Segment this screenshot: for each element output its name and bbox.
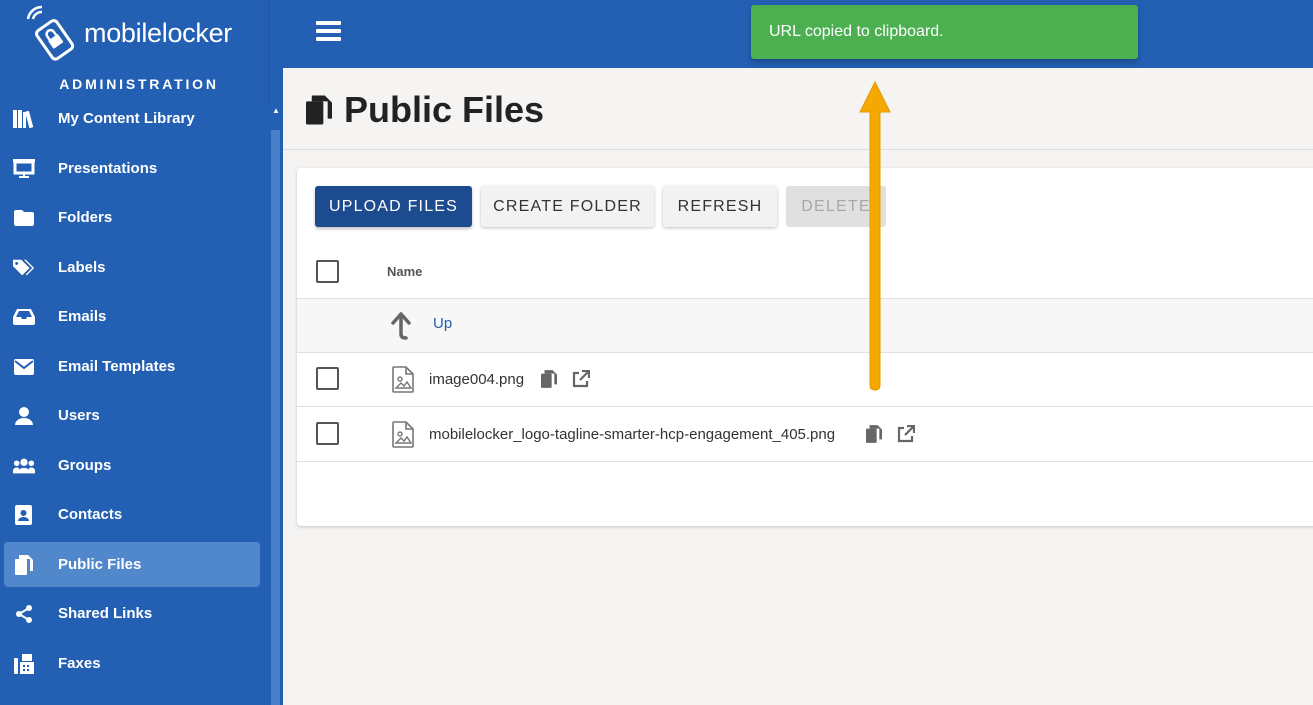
copy-url-icon[interactable] xyxy=(866,425,882,443)
inbox-icon xyxy=(13,306,35,328)
image-file-icon xyxy=(392,366,414,393)
sidebar-item-faxes[interactable]: Faxes xyxy=(4,641,260,686)
sidebar-item-label: Public Files xyxy=(58,556,142,573)
envelope-icon xyxy=(13,356,35,378)
sidebar-item-my-content-library[interactable]: My Content Library xyxy=(4,96,260,141)
scroll-up-icon[interactable]: ▲ xyxy=(271,106,281,118)
sidebar-item-label: Presentations xyxy=(58,160,158,177)
divider xyxy=(297,352,1313,353)
copy-icon xyxy=(13,554,35,576)
page-title: Public Files xyxy=(344,89,545,130)
external-link-icon[interactable] xyxy=(572,370,590,388)
sidebar-item-presentations[interactable]: Presentations xyxy=(4,146,260,191)
refresh-button[interactable]: REFRESH xyxy=(663,186,777,227)
sidebar-item-label: Emails xyxy=(58,308,107,325)
sidebar-item-groups[interactable]: Groups xyxy=(4,443,260,488)
files-card: UPLOAD FILES CREATE FOLDER REFRESH DELET… xyxy=(297,168,1313,526)
folder-icon xyxy=(13,207,35,229)
sidebar-item-label: Folders xyxy=(58,209,113,226)
toast-message: URL copied to clipboard. xyxy=(769,23,944,40)
fax-icon xyxy=(13,653,35,675)
section-label: ADMINISTRATION xyxy=(59,76,219,92)
sidebar-item-label: Users xyxy=(58,407,100,424)
sidebar-item-folders[interactable]: Folders xyxy=(4,195,260,240)
sidebar-scrollbar[interactable]: ▲ xyxy=(268,104,283,705)
sidebar-item-label: Labels xyxy=(58,259,106,276)
sidebar-item-label: Shared Links xyxy=(58,605,153,622)
address-book-icon xyxy=(13,504,35,526)
sidebar-item-label: Faxes xyxy=(58,655,101,672)
sidebar-item-emails[interactable]: Emails xyxy=(4,294,260,339)
sidebar-item-label: Contacts xyxy=(58,506,123,523)
user-icon xyxy=(13,405,35,427)
sidebar-item-label: Groups xyxy=(58,457,112,474)
sidebar-item-label: My Content Library xyxy=(58,110,195,127)
hamburger-menu-icon[interactable] xyxy=(316,21,341,43)
upload-files-button[interactable]: UPLOAD FILES xyxy=(315,186,472,227)
divider xyxy=(297,406,1313,407)
file-name[interactable]: image004.png xyxy=(429,371,524,388)
page-header: Public Files xyxy=(306,86,544,134)
share-icon xyxy=(13,603,35,625)
sidebar-item-labels[interactable]: Labels xyxy=(4,245,260,290)
external-link-icon[interactable] xyxy=(897,425,915,443)
toast-notification: URL copied to clipboard. xyxy=(751,5,1138,59)
scrollbar-thumb[interactable] xyxy=(271,130,280,705)
select-all-checkbox[interactable] xyxy=(316,260,339,283)
presentation-icon xyxy=(13,158,35,180)
divider xyxy=(283,149,1313,150)
sidebar: mobilelocker ADMINISTRATION My Content L… xyxy=(0,0,283,705)
logo-icon xyxy=(26,5,75,61)
library-icon xyxy=(13,108,35,130)
sidebar-item-email-templates[interactable]: Email Templates xyxy=(4,344,260,389)
annotation-arrow-icon xyxy=(859,80,891,391)
image-file-icon xyxy=(392,421,414,448)
users-icon xyxy=(13,455,35,477)
copy-icon xyxy=(306,95,332,125)
row-checkbox[interactable] xyxy=(316,422,339,445)
up-link[interactable]: Up xyxy=(433,315,452,332)
column-header-name[interactable]: Name xyxy=(387,264,422,279)
brand-logo[interactable]: mobilelocker xyxy=(24,5,232,61)
copy-url-icon[interactable] xyxy=(541,370,557,388)
logo-text-locker: locker xyxy=(161,17,233,48)
tags-icon xyxy=(13,257,35,279)
sidebar-item-contacts[interactable]: Contacts xyxy=(4,492,260,537)
row-checkbox[interactable] xyxy=(316,367,339,390)
divider xyxy=(297,461,1313,462)
sidebar-item-users[interactable]: Users xyxy=(4,393,260,438)
sidebar-item-public-files[interactable]: Public Files xyxy=(4,542,260,587)
arrow-up-icon[interactable] xyxy=(391,312,411,340)
file-name[interactable]: mobilelocker_logo-tagline-smarter-hcp-en… xyxy=(429,426,835,443)
logo-text-mobile: mobile xyxy=(84,17,162,48)
create-folder-button[interactable]: CREATE FOLDER xyxy=(481,186,654,227)
sidebar-item-label: Email Templates xyxy=(58,358,176,375)
sidebar-item-shared-links[interactable]: Shared Links xyxy=(4,591,260,636)
